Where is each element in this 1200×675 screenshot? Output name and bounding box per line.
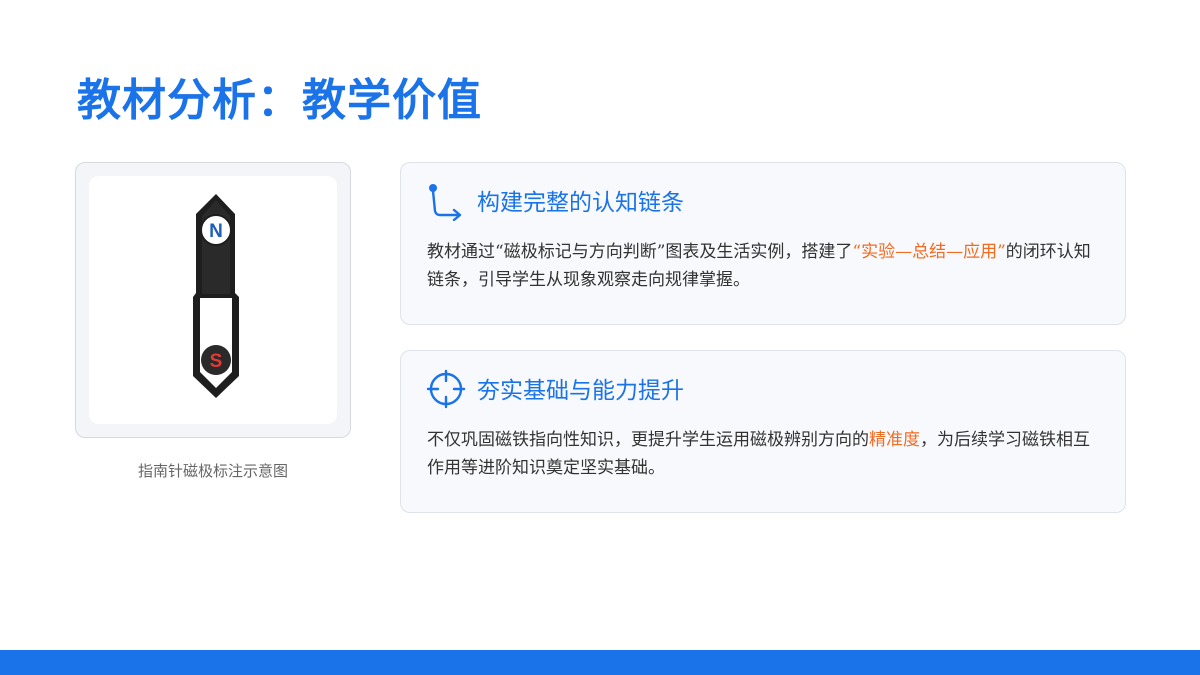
card-cognitive-chain: 构建完整的认知链条 教材通过“磁极标记与方向判断”图表及生活实例，搭建了“实验—… [400, 162, 1126, 325]
south-label: S [210, 351, 223, 372]
bottom-accent-bar [0, 650, 1200, 675]
card-text-part: 不仅巩固磁铁指向性知识，更提升学生运用磁极辨别方向的 [427, 430, 869, 450]
card-text: 不仅巩固磁铁指向性知识，更提升学生运用磁极辨别方向的精准度，为后续学习磁铁相互作… [427, 426, 1103, 482]
route-path-icon [429, 184, 462, 221]
compass-needle-illustration: N S [193, 194, 239, 398]
north-label: N [209, 221, 223, 242]
card-text: 教材通过“磁极标记与方向判断”图表及生活实例，搭建了“实验—总结—应用”的闭环认… [427, 238, 1103, 294]
card-highlight: 精准度 [869, 430, 920, 450]
crosshair-target-icon [426, 369, 466, 409]
card-text-part: 教材通过“磁极标记与方向判断”图表及生活实例，搭建了 [427, 242, 853, 262]
figure-caption: 指南针磁极标注示意图 [137, 462, 288, 480]
card-foundation-ability: 夯实基础与能力提升 不仅巩固磁铁指向性知识，更提升学生运用磁极辨别方向的精准度，… [400, 350, 1126, 513]
page-title: 教材分析：教学价值 [77, 75, 482, 126]
figure-frame: N S [75, 162, 351, 438]
figure-panel: N S [89, 176, 337, 424]
card-title: 夯实基础与能力提升 [477, 378, 684, 404]
card-highlight: “实验—总结—应用” [852, 242, 1006, 262]
card-title: 构建完整的认知链条 [477, 190, 684, 216]
